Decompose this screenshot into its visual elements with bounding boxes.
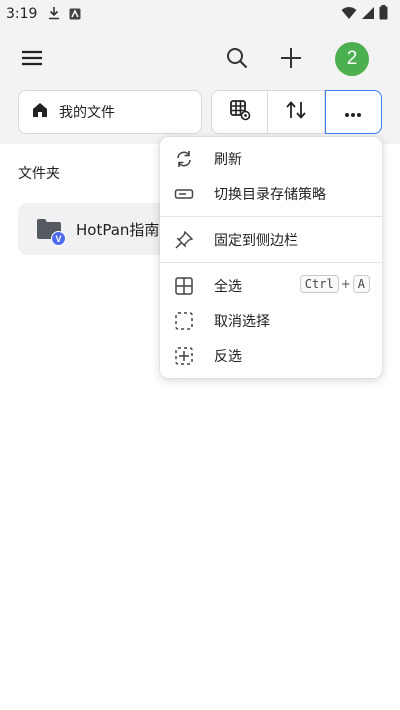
shortcut-key-ctrl: Ctrl <box>299 275 339 293</box>
app-bar: 2 <box>0 28 400 88</box>
breadcrumb[interactable]: 我的文件 <box>18 90 202 134</box>
sort-icon <box>285 100 307 124</box>
menu-item-deselect[interactable]: 取消选择 <box>160 303 382 338</box>
refresh-icon <box>174 149 194 169</box>
avatar[interactable]: 2 <box>335 42 369 76</box>
deselect-icon <box>174 311 194 331</box>
more-options-button[interactable] <box>324 90 382 134</box>
home-icon <box>31 101 49 123</box>
keyboard-shortcut: Ctrl + A <box>299 275 370 293</box>
sort-button[interactable] <box>268 91 325 133</box>
menu-item-label: 全选 <box>214 278 242 295</box>
status-time: 3:19 <box>6 6 38 22</box>
breadcrumb-label: 我的文件 <box>59 105 115 121</box>
folder-name: HotPan指南 <box>76 220 160 239</box>
folder-icon: V <box>36 216 66 246</box>
menu-item-label: 取消选择 <box>214 313 270 330</box>
invert-selection-icon <box>174 346 194 366</box>
status-bar: 3:19 <box>0 0 400 28</box>
menu-item-switch-storage-policy[interactable]: 切换目录存储策略 <box>160 176 382 211</box>
shortcut-plus: + <box>340 277 351 291</box>
section-title: 文件夹 <box>18 166 60 182</box>
menu-divider <box>160 262 382 263</box>
menu-item-invert-selection[interactable]: 反选 <box>160 338 382 373</box>
status-notification-icons <box>47 5 81 24</box>
pin-icon <box>174 230 194 250</box>
view-controls <box>211 90 382 134</box>
search-icon[interactable] <box>222 43 252 73</box>
more-horizontal-icon <box>344 103 362 122</box>
battery-icon <box>379 4 388 24</box>
menu-item-pin-to-sidebar[interactable]: 固定到侧边栏 <box>160 222 382 257</box>
more-options-menu: 刷新 切换目录存储策略 固定到侧边栏 全选 Ctrl + A 取消选择 反选 <box>160 137 382 378</box>
status-system-icons <box>341 4 388 24</box>
wifi-icon <box>341 5 357 24</box>
menu-item-select-all[interactable]: 全选 Ctrl + A <box>160 268 382 303</box>
shortcut-key-a: A <box>352 275 370 293</box>
signal-icon <box>361 5 375 24</box>
grid-settings-icon <box>229 99 251 125</box>
menu-divider <box>160 216 382 217</box>
add-icon[interactable] <box>276 43 306 73</box>
download-icon <box>47 5 61 24</box>
grid-view-settings-button[interactable] <box>212 91 269 133</box>
menu-item-label: 切换目录存储策略 <box>214 186 326 203</box>
menu-item-label: 刷新 <box>214 151 242 168</box>
menu-item-label: 反选 <box>214 348 242 365</box>
toolbar-row: 我的文件 <box>0 88 400 144</box>
menu-icon[interactable] <box>18 44 46 72</box>
app-notification-icon <box>69 5 81 24</box>
menu-item-label: 固定到侧边栏 <box>214 232 298 249</box>
folder-badge: V <box>51 231 66 246</box>
menu-item-refresh[interactable]: 刷新 <box>160 141 382 176</box>
storage-icon <box>174 184 194 204</box>
select-all-icon <box>174 276 194 296</box>
